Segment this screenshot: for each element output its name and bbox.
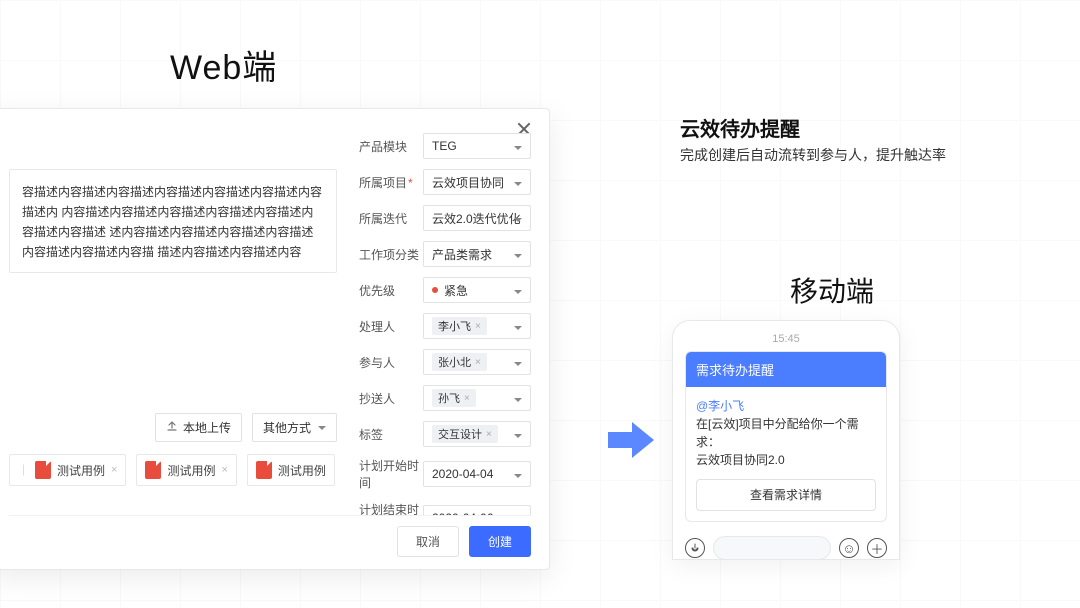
assignee-chip[interactable]: 李小飞× — [432, 317, 487, 335]
attachments-row: ｜ 测试用例 × 测试用例 × 测试用例 — [9, 454, 337, 486]
field-label-end: 计划结束时间 — [359, 501, 423, 515]
close-icon[interactable]: × — [221, 464, 227, 476]
field-label-category: 工作项分类 — [359, 246, 423, 263]
message-input[interactable] — [713, 536, 831, 560]
dialog-footer: 取消 创建 — [9, 515, 531, 557]
iteration-value: 云效2.0迭代优化 — [432, 210, 521, 227]
notification-card[interactable]: 需求待办提醒 @李小飞 在[云效]项目中分配给你一个需求： 云效项目协同2.0 … — [685, 351, 887, 522]
attachment-chip[interactable]: 测试用例 — [247, 454, 335, 486]
priority-value: 紧急 — [444, 282, 468, 299]
assignee-select[interactable]: 李小飞× — [423, 313, 531, 339]
iteration-select[interactable]: 云效2.0迭代优化 — [423, 205, 531, 231]
close-icon[interactable]: × — [475, 321, 481, 332]
upload-icon — [166, 420, 178, 435]
attachment-chip[interactable]: ｜ 测试用例 × — [9, 454, 126, 486]
plus-icon[interactable]: ＋ — [867, 538, 887, 558]
pdf-icon — [145, 461, 161, 479]
close-icon[interactable]: × — [475, 357, 481, 368]
attachment-left-handle: ｜ — [18, 462, 29, 478]
chevron-down-icon — [512, 391, 522, 405]
field-label-assignee: 处理人 — [359, 318, 423, 335]
upload-other-label: 其他方式 — [263, 419, 311, 436]
mobile-preview: 15:45 需求待办提醒 @李小飞 在[云效]项目中分配给你一个需求： 云效项目… — [672, 320, 900, 560]
view-detail-button[interactable]: 查看需求详情 — [696, 479, 876, 511]
participants-select[interactable]: 张小北× — [423, 349, 531, 375]
web-title: Web端 — [170, 40, 277, 89]
field-label-priority: 优先级 — [359, 282, 423, 299]
attachment-label: 测试用例 — [167, 462, 215, 479]
attachment-chip[interactable]: 测试用例 × — [136, 454, 236, 486]
cc-chip[interactable]: 孙飞× — [432, 389, 476, 407]
product-module-value: TEG — [432, 139, 457, 153]
category-select[interactable]: 产品类需求 — [423, 241, 531, 267]
description-textarea[interactable]: 容描述内容描述内容描述内容描述内容描述内容描述内容描述内 内容描述内容描述内容描… — [9, 169, 337, 273]
start-date-input[interactable]: 2020-04-04 — [423, 461, 531, 487]
upload-local-button[interactable]: 本地上传 — [155, 413, 242, 442]
chevron-down-icon — [512, 511, 522, 515]
todo-subtext: 完成创建后自动流转到参与人，提升触达率 — [680, 145, 946, 165]
attachment-label: 测试用例 — [57, 462, 105, 479]
cc-select[interactable]: 孙飞× — [423, 385, 531, 411]
field-label-participants: 参与人 — [359, 354, 423, 371]
dialog-left-column: 容描述内容描述内容描述内容描述内容描述内容描述内容描述内 内容描述内容描述内容描… — [9, 125, 337, 515]
close-icon[interactable]: × — [486, 429, 492, 440]
priority-select[interactable]: 紧急 — [423, 277, 531, 303]
product-module-select[interactable]: TEG — [423, 133, 531, 159]
voice-icon[interactable] — [685, 538, 705, 558]
create-button[interactable]: 创建 — [469, 526, 531, 557]
attachment-label: 测试用例 — [278, 462, 326, 479]
field-label-project: 所属项目* — [359, 174, 423, 191]
tags-select[interactable]: 交互设计× — [423, 421, 531, 447]
card-title: 需求待办提醒 — [686, 352, 886, 387]
chevron-down-icon — [318, 426, 326, 430]
mobile-title: 移动端 — [790, 270, 874, 310]
end-date-input[interactable]: 2020-04-06 — [423, 505, 531, 515]
cancel-button[interactable]: 取消 — [397, 526, 459, 557]
participant-chip[interactable]: 张小北× — [432, 353, 487, 371]
create-dialog: 容描述内容描述内容描述内容描述内容描述内容描述内容描述内 内容描述内容描述内容描… — [0, 108, 550, 570]
arrow-right-icon — [606, 418, 656, 467]
upload-other-button[interactable]: 其他方式 — [252, 413, 337, 442]
field-label-tags: 标签 — [359, 426, 423, 443]
pdf-icon — [256, 461, 272, 479]
dialog-right-column: 产品模块 TEG 所属项目* 云效项目协同 所属迭代 云效2.0迭代优化 — [359, 125, 531, 515]
close-icon[interactable]: × — [111, 464, 117, 476]
priority-dot-icon — [432, 287, 438, 293]
message-time: 15:45 — [685, 333, 887, 345]
chevron-down-icon — [512, 139, 522, 153]
category-value: 产品类需求 — [432, 246, 492, 263]
field-label-iteration: 所属迭代 — [359, 210, 423, 227]
end-date-value: 2020-04-06 — [432, 511, 493, 515]
chevron-down-icon — [512, 211, 522, 225]
tag-chip[interactable]: 交互设计× — [432, 425, 498, 443]
start-date-value: 2020-04-04 — [432, 467, 493, 481]
chevron-down-icon — [512, 355, 522, 369]
chevron-down-icon — [512, 283, 522, 297]
upload-local-label: 本地上传 — [183, 419, 231, 436]
card-line-2: 云效项目协同2.0 — [696, 451, 876, 469]
chevron-down-icon — [512, 319, 522, 333]
todo-heading: 云效待办提醒 — [680, 113, 800, 142]
card-line-1: 在[云效]项目中分配给你一个需求： — [696, 415, 876, 451]
chevron-down-icon — [512, 175, 522, 189]
pdf-icon — [35, 461, 51, 479]
mention-user[interactable]: @李小飞 — [696, 397, 876, 415]
project-value: 云效项目协同 — [432, 174, 504, 191]
field-label-cc: 抄送人 — [359, 390, 423, 407]
emoji-icon[interactable]: ☺ — [839, 538, 859, 558]
field-label-product-module: 产品模块 — [359, 138, 423, 155]
chevron-down-icon — [512, 427, 522, 441]
close-icon[interactable]: × — [464, 393, 470, 404]
chevron-down-icon — [512, 247, 522, 261]
chevron-down-icon — [512, 467, 522, 481]
field-label-start: 计划开始时间 — [359, 457, 423, 491]
project-select[interactable]: 云效项目协同 — [423, 169, 531, 195]
